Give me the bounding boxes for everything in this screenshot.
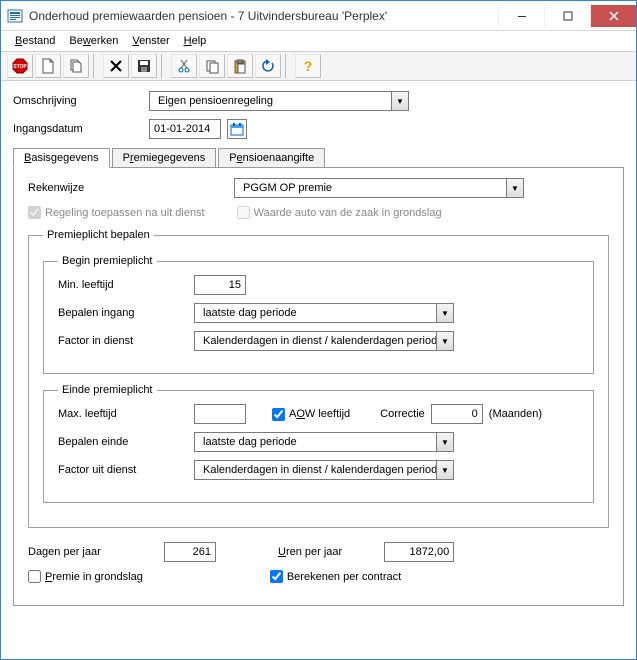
bepalen-einde-value: laatste dag periode xyxy=(199,436,436,448)
stop-button[interactable]: STOP xyxy=(7,54,33,78)
menubar: Bestand Bewerken Venster Help xyxy=(1,31,636,51)
close-button[interactable] xyxy=(590,5,636,27)
factor-in-value: Kalenderdagen in dienst / kalenderdagen … xyxy=(199,335,436,347)
copydoc-button[interactable] xyxy=(63,54,89,78)
factor-uit-value: Kalenderdagen in dienst / kalenderdagen … xyxy=(199,464,436,476)
help-button[interactable]: ? xyxy=(295,54,321,78)
chevron-down-icon: ▼ xyxy=(436,304,453,322)
svg-text:?: ? xyxy=(304,58,313,74)
berekenen-contract-input[interactable] xyxy=(270,570,283,583)
correctie-unit: (Maanden) xyxy=(489,408,542,420)
chevron-down-icon: ▼ xyxy=(391,92,408,110)
factor-uit-combo[interactable]: Kalenderdagen in dienst / kalenderdagen … xyxy=(194,460,454,480)
bepalen-einde-label: Bepalen einde xyxy=(58,436,188,448)
toolbar-separator xyxy=(93,54,99,78)
regeling-na-dienst-checkbox: Regeling toepassen na uit dienst xyxy=(28,206,205,219)
waarde-auto-checkbox: Waarde auto van de zaak in grondslag xyxy=(237,206,442,219)
titlebar: Onderhoud premiewaarden pensioen - 7 Uit… xyxy=(1,1,636,31)
min-leeftijd-label: Min. leeftijd xyxy=(58,279,188,291)
bepalen-ingang-label: Bepalen ingang xyxy=(58,307,188,319)
menu-bestand[interactable]: Bestand xyxy=(9,34,61,48)
tab-premiegegevens[interactable]: Premiegegevens xyxy=(112,148,217,168)
premieplicht-legend: Premieplicht bepalen xyxy=(43,229,154,241)
svg-text:STOP: STOP xyxy=(13,64,27,70)
bepalen-ingang-combo[interactable]: laatste dag periode ▼ xyxy=(194,303,454,323)
waarde-auto-input xyxy=(237,206,250,219)
chevron-down-icon: ▼ xyxy=(436,461,453,479)
bepalen-ingang-value: laatste dag periode xyxy=(199,307,436,319)
correctie-label: Correctie xyxy=(380,408,425,420)
window-buttons xyxy=(498,5,636,27)
einde-legend: Einde premieplicht xyxy=(58,384,157,396)
toolbar-separator xyxy=(285,54,291,78)
window: Onderhoud premiewaarden pensioen - 7 Uit… xyxy=(0,0,637,660)
new-button[interactable] xyxy=(35,54,61,78)
aow-leeftijd-input[interactable] xyxy=(272,408,285,421)
regeling-na-dienst-input xyxy=(28,206,41,219)
max-leeftijd-field[interactable] xyxy=(194,404,246,424)
undo-button[interactable] xyxy=(255,54,281,78)
maximize-button[interactable] xyxy=(544,5,590,27)
chevron-down-icon: ▼ xyxy=(506,179,523,197)
berekenen-contract-checkbox[interactable]: Berekenen per contract xyxy=(270,570,401,583)
premie-grondslag-input[interactable] xyxy=(28,570,41,583)
window-title: Onderhoud premiewaarden pensioen - 7 Uit… xyxy=(29,9,498,23)
ingangsdatum-label: Ingangsdatum xyxy=(13,123,143,135)
minimize-button[interactable] xyxy=(498,5,544,27)
save-button[interactable] xyxy=(131,54,157,78)
omschrijving-value: Eigen pensioenregeling xyxy=(154,95,391,107)
menu-bewerken[interactable]: Bewerken xyxy=(63,34,124,48)
date-picker-button[interactable] xyxy=(227,119,247,139)
delete-button[interactable] xyxy=(103,54,129,78)
dagen-field[interactable] xyxy=(164,542,216,562)
toolbar: STOP ? xyxy=(1,51,636,81)
app-icon xyxy=(7,8,23,24)
dagen-label: Dagen per jaar xyxy=(28,546,158,558)
premieplicht-fieldset: Premieplicht bepalen Begin premieplicht … xyxy=(28,229,609,528)
bepalen-einde-combo[interactable]: laatste dag periode ▼ xyxy=(194,432,454,452)
tabstrip: Basisgegevens Premiegegevens Pensioenaan… xyxy=(13,147,624,167)
omschrijving-label: Omschrijving xyxy=(13,95,143,107)
tab-pensioenaangifte[interactable]: Pensioenaangifte xyxy=(218,148,325,168)
paste-button[interactable] xyxy=(227,54,253,78)
client-area: Omschrijving Eigen pensioenregeling ▼ In… xyxy=(1,81,636,659)
max-leeftijd-label: Max. leeftijd xyxy=(58,408,188,420)
min-leeftijd-field[interactable] xyxy=(194,275,246,295)
chevron-down-icon: ▼ xyxy=(436,433,453,451)
copy-button[interactable] xyxy=(199,54,225,78)
correctie-field[interactable] xyxy=(431,404,483,424)
factor-uit-label: Factor uit dienst xyxy=(58,464,188,476)
factor-in-combo[interactable]: Kalenderdagen in dienst / kalenderdagen … xyxy=(194,331,454,351)
begin-premieplicht-fieldset: Begin premieplicht Min. leeftijd Bepalen… xyxy=(43,255,594,374)
tabpanel-basis: Rekenwijze PGGM OP premie ▼ Regeling toe… xyxy=(13,167,624,606)
factor-in-label: Factor in dienst xyxy=(58,335,188,347)
aow-leeftijd-checkbox[interactable]: AOW leeftijd xyxy=(272,408,350,421)
einde-premieplicht-fieldset: Einde premieplicht Max. leeftijd AOW lee… xyxy=(43,384,594,503)
rekenwijze-label: Rekenwijze xyxy=(28,182,228,194)
omschrijving-combo[interactable]: Eigen pensioenregeling ▼ xyxy=(149,91,409,111)
cut-button[interactable] xyxy=(171,54,197,78)
uren-label: Uren per jaar xyxy=(278,546,342,558)
begin-legend: Begin premieplicht xyxy=(58,255,157,267)
ingangsdatum-field[interactable] xyxy=(149,119,221,139)
tab-basisgegevens[interactable]: Basisgegevens xyxy=(13,148,110,168)
chevron-down-icon: ▼ xyxy=(436,332,453,350)
uren-field[interactable] xyxy=(384,542,454,562)
menu-help[interactable]: Help xyxy=(178,34,213,48)
premie-grondslag-checkbox[interactable]: Premie in grondslag xyxy=(28,570,143,583)
rekenwijze-combo[interactable]: PGGM OP premie ▼ xyxy=(234,178,524,198)
menu-venster[interactable]: Venster xyxy=(126,34,175,48)
rekenwijze-value: PGGM OP premie xyxy=(239,182,506,194)
toolbar-separator xyxy=(161,54,167,78)
